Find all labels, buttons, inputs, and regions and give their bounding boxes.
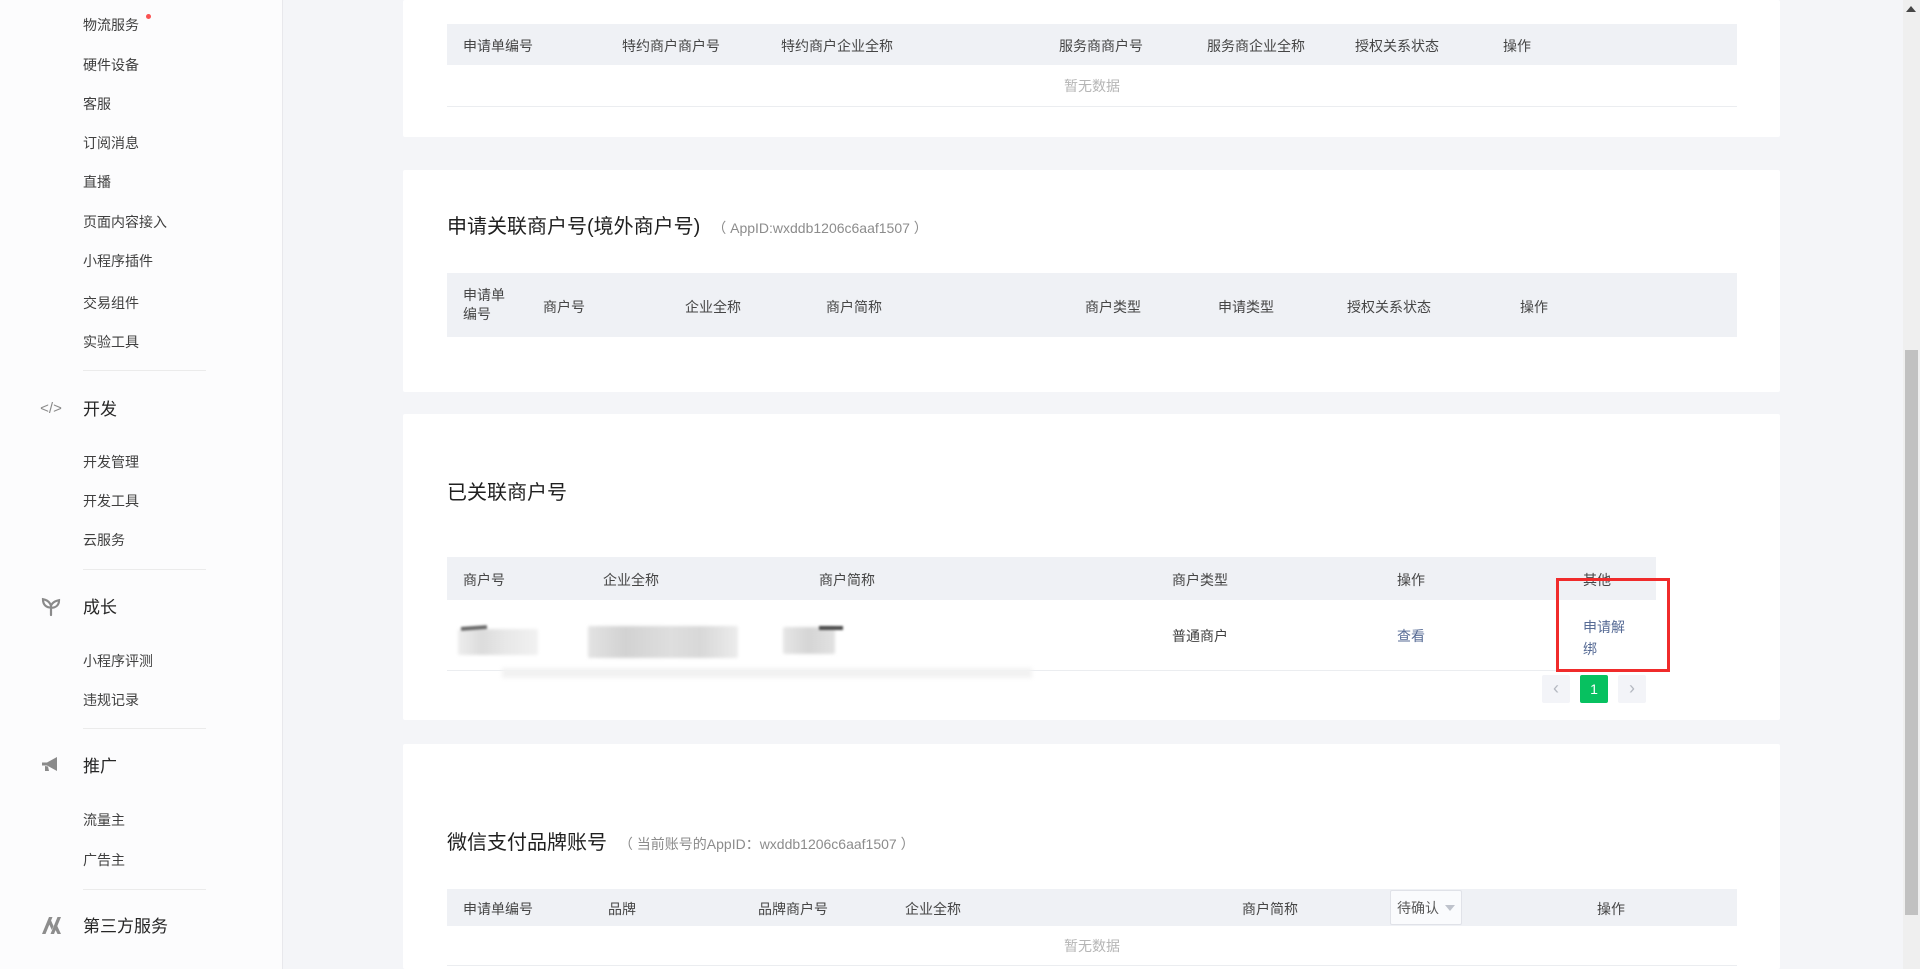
status-filter-label: 待确认	[1397, 898, 1439, 918]
sidebar-item-mp-evaluation[interactable]: 小程序评测	[83, 651, 153, 671]
sidebar-item-advertiser[interactable]: 广告主	[83, 850, 125, 870]
col-header: 企业全称	[685, 297, 741, 317]
sidebar-section-third-party[interactable]: 第三方服务	[83, 915, 168, 939]
sidebar-section-promotion[interactable]: 推广	[83, 755, 117, 779]
col-header: 特约商户商户号	[622, 36, 720, 56]
section-title: 微信支付品牌账号	[447, 832, 607, 854]
sidebar-section-dev[interactable]: 开发	[83, 398, 117, 422]
megaphone-icon	[38, 754, 64, 778]
col-header: 商户简称	[819, 570, 875, 590]
col-header: 操作	[1503, 36, 1531, 56]
col-header: 商户号	[463, 570, 505, 590]
sidebar-item-hardware[interactable]: 硬件设备	[83, 55, 139, 75]
sidebar-item-violation[interactable]: 违规记录	[83, 690, 139, 710]
sidebar-section-growth[interactable]: 成长	[83, 596, 117, 620]
pagination-next-button[interactable]: ›	[1618, 675, 1646, 703]
section-title: 已关联商户号	[447, 476, 567, 505]
col-header: 操作	[1397, 570, 1425, 590]
chevron-down-icon	[1445, 905, 1455, 911]
col-header: 特约商户企业全称	[781, 36, 893, 56]
sidebar-divider	[83, 728, 206, 729]
col-header: 商户简称	[826, 297, 882, 317]
card-linked-merchants: 已关联商户号 商户号 企业全称 商户简称 商户类型 操作 其他 普通商户 查看 …	[403, 414, 1780, 720]
sidebar-item-page-content[interactable]: 页面内容接入	[83, 212, 167, 232]
scrollbar-thumb[interactable]	[1905, 350, 1918, 915]
code-icon: </>	[38, 397, 64, 421]
sidebar-item-traffic-owner[interactable]: 流量主	[83, 810, 125, 830]
col-header: 申请单编号	[463, 899, 533, 919]
empty-state: 暂无数据	[447, 926, 1737, 966]
col-header: 授权关系状态	[1355, 36, 1439, 56]
annotation-red-box	[1556, 578, 1670, 672]
sidebar-divider	[83, 889, 206, 890]
section-appid: （ AppID:wxddb1206c6aaf1507 ）	[712, 220, 928, 236]
col-header: 商户简称	[1242, 899, 1298, 919]
sidebar-item-subscribe[interactable]: 订阅消息	[83, 133, 139, 153]
sidebar-item-cloud[interactable]: 云服务	[83, 530, 125, 550]
col-header: 企业全称	[905, 899, 961, 919]
table-header-row: 商户号 企业全称 商户简称 商户类型 操作 其他	[447, 557, 1656, 600]
col-header: 授权关系状态	[1347, 297, 1431, 317]
wechat-miniprogram-console: 物流服务 硬件设备 客服 订阅消息 直播 页面内容接入 小程序插件 交易组件 实…	[0, 0, 1920, 969]
sidebar-item-trade[interactable]: 交易组件	[83, 293, 139, 313]
sidebar-item-logistics[interactable]: 物流服务	[83, 15, 139, 35]
empty-state: 暂无数据	[447, 65, 1737, 107]
col-header: 申请单编号	[463, 286, 513, 324]
pagination-page-1[interactable]: 1	[1580, 675, 1608, 703]
sidebar-item-service[interactable]: 客服	[83, 94, 111, 114]
sidebar-item-live[interactable]: 直播	[83, 172, 111, 192]
redacted-smudge	[502, 668, 1032, 678]
card-overseas-merchant: 申请关联商户号(境外商户号) （ AppID:wxddb1206c6aaf150…	[403, 170, 1780, 392]
col-header: 操作	[1597, 899, 1625, 919]
sidebar: 物流服务 硬件设备 客服 订阅消息 直播 页面内容接入 小程序插件 交易组件 实…	[0, 0, 283, 969]
col-header: 服务商企业全称	[1207, 36, 1305, 56]
section-title: 申请关联商户号(境外商户号)	[447, 216, 700, 238]
col-header: 品牌	[608, 899, 636, 919]
pagination-prev-button[interactable]: ‹	[1542, 675, 1570, 703]
card-wxpay-brand-account: 微信支付品牌账号 （ 当前账号的AppID：wxddb1206c6aaf1507…	[403, 744, 1780, 969]
col-header: 申请类型	[1218, 297, 1274, 317]
col-header: 申请单编号	[463, 36, 533, 56]
sidebar-item-dev-tools[interactable]: 开发工具	[83, 491, 139, 511]
redacted-mark	[819, 626, 843, 630]
col-header: 操作	[1520, 297, 1548, 317]
status-filter-dropdown[interactable]: 待确认	[1390, 890, 1462, 925]
redacted-merchant-id	[458, 629, 538, 655]
sprout-icon	[38, 595, 64, 619]
scroll-up-arrow[interactable]	[1906, 6, 1916, 12]
sidebar-divider	[83, 569, 206, 570]
table-header-row: 申请单编号 品牌 品牌商户号 企业全称 商户简称 待确认 操作	[447, 889, 1737, 926]
card-merchant-apply: 申请单编号 特约商户商户号 特约商户企业全称 服务商商户号 服务商企业全称 授权…	[403, 0, 1780, 137]
sidebar-item-dev-manage[interactable]: 开发管理	[83, 452, 139, 472]
redacted-company-name	[588, 626, 738, 658]
col-header: 品牌商户号	[758, 899, 828, 919]
col-header: 商户类型	[1172, 570, 1228, 590]
table-header-row: 申请单编号 特约商户商户号 特约商户企业全称 服务商商户号 服务商企业全称 授权…	[447, 24, 1737, 65]
col-header: 企业全称	[603, 570, 659, 590]
sidebar-item-lab-tools[interactable]: 实验工具	[83, 332, 139, 352]
table-header-row: 申请单编号 商户号 企业全称 商户简称 商户类型 申请类型 授权关系状态 操作	[447, 273, 1737, 337]
merchant-type-cell: 普通商户	[1172, 626, 1228, 646]
sidebar-item-plugin[interactable]: 小程序插件	[83, 251, 153, 271]
col-header: 商户号	[543, 297, 585, 317]
redacted-merchant-short-name	[783, 627, 835, 654]
section-appid: （ 当前账号的AppID：wxddb1206c6aaf1507 ）	[619, 836, 915, 852]
col-header: 服务商商户号	[1059, 36, 1143, 56]
third-party-icon	[38, 914, 64, 938]
notification-dot	[146, 14, 151, 19]
view-link[interactable]: 查看	[1397, 626, 1425, 646]
table-row: 普通商户 查看 申请解绑	[447, 600, 1656, 671]
col-header: 商户类型	[1085, 297, 1141, 317]
sidebar-divider	[83, 370, 206, 371]
